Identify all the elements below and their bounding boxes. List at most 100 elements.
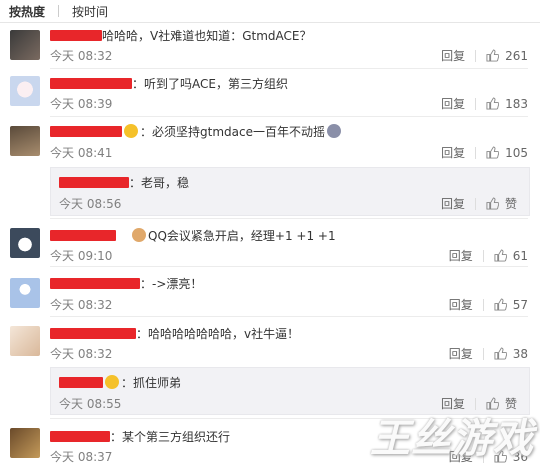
action-divider xyxy=(475,146,477,159)
comment-content: ：听到了吗ACE，第三方组织 xyxy=(50,75,288,91)
default-user-avatar[interactable] xyxy=(10,278,40,308)
action-divider xyxy=(482,298,484,311)
sub-reply-text: ：老哥，稳 xyxy=(129,175,190,190)
comment-time: 今天 09:10 xyxy=(50,249,113,263)
comment-actions: 回复 57 xyxy=(449,296,528,313)
like-button[interactable]: 261 xyxy=(486,49,528,63)
sub-reply: ：老哥，稳 今天 08:56 回复 赞 xyxy=(50,167,530,216)
husky-dog-avatar[interactable] xyxy=(10,228,40,258)
comment-text: ：哈哈哈哈哈哈哈，v社牛逼！ xyxy=(136,326,300,341)
vip-crown-icon xyxy=(105,375,119,389)
thumbs-up-icon xyxy=(486,97,500,110)
like-count: 61 xyxy=(512,248,528,263)
anime-girl-avatar[interactable] xyxy=(10,76,40,106)
comment-time: 今天 08:41 xyxy=(50,146,113,160)
comment-content: ：->漂亮！ xyxy=(50,275,202,291)
sort-tabs: 按热度 按时间 xyxy=(0,0,540,23)
sub-reply-text: ：抓住师弟 xyxy=(121,375,182,390)
like-count: 261 xyxy=(505,48,528,63)
redacted-username xyxy=(50,277,140,289)
reply-button[interactable]: 回复 xyxy=(449,247,473,264)
reply-button[interactable]: 回复 xyxy=(441,195,465,212)
vip-crown-icon xyxy=(124,124,138,138)
brown-avatar[interactable] xyxy=(10,428,40,458)
like-button[interactable]: 105 xyxy=(486,146,528,160)
redacted-username xyxy=(59,376,103,388)
like-count: 183 xyxy=(505,96,528,111)
dark-face-avatar[interactable] xyxy=(10,30,40,60)
comment-time: 今天 08:32 xyxy=(50,347,113,361)
thumbs-up-icon xyxy=(486,146,500,159)
comment-text: QQ会议紧急开启，经理+1 +1 +1 xyxy=(148,228,336,243)
action-divider xyxy=(475,49,477,62)
comment-divider xyxy=(50,116,528,117)
like-count: 38 xyxy=(512,346,528,361)
comment-item: ：->漂亮！ 今天 08:32 回复 57 xyxy=(0,268,540,316)
comment-item: ：哈哈哈哈哈哈哈，v社牛逼！ 今天 08:32 回复 38 xyxy=(0,318,540,364)
man-face-avatar[interactable] xyxy=(10,126,40,156)
action-divider xyxy=(482,347,484,360)
comment-time: 今天 08:32 xyxy=(50,49,113,63)
thumbs-up-icon xyxy=(494,298,507,311)
sub-reply-time: 今天 08:55 xyxy=(59,397,122,411)
sub-reply-content: ：抓住师弟 xyxy=(59,374,181,390)
cartoon-avatar[interactable] xyxy=(10,326,40,356)
redacted-username xyxy=(50,327,136,339)
comment-content: ：必须坚持gtmdace一百年不动摇 xyxy=(50,123,343,139)
comment-item: ：必须坚持gtmdace一百年不动摇 今天 08:41 回复 105 xyxy=(0,118,540,164)
like-count: 105 xyxy=(505,145,528,160)
reply-button[interactable]: 回复 xyxy=(441,47,465,64)
comment-text: ：->漂亮！ xyxy=(140,276,203,291)
sub-reply-time: 今天 08:56 xyxy=(59,197,122,211)
thumbs-up-icon xyxy=(486,197,499,210)
comment-divider xyxy=(50,316,528,317)
action-divider xyxy=(475,97,477,110)
comment-divider xyxy=(50,68,528,69)
reply-button[interactable]: 回复 xyxy=(441,144,465,161)
thumbs-up-icon xyxy=(494,347,507,360)
like-button[interactable]: 赞 xyxy=(486,195,517,212)
comment-content: ：某个第三方组织还行 xyxy=(50,428,230,444)
emoji-sticker-icon xyxy=(326,124,341,138)
redacted-username xyxy=(50,29,102,41)
comment-actions: 回复 183 xyxy=(441,95,528,112)
like-button[interactable]: 57 xyxy=(494,298,528,312)
like-label: 赞 xyxy=(504,197,517,211)
reply-button[interactable]: 回复 xyxy=(449,345,473,362)
redacted-username xyxy=(50,77,132,89)
comment-text: ：听到了吗ACE，第三方组织 xyxy=(132,76,288,91)
action-divider xyxy=(474,197,476,210)
tab-divider xyxy=(58,5,60,17)
like-count: 57 xyxy=(512,297,528,312)
comment-text: ：必须坚持gtmdace一百年不动摇 xyxy=(140,124,325,139)
comment-item: ：听到了吗ACE，第三方组织 今天 08:39 回复 183 xyxy=(0,70,540,116)
dog-emoji-icon xyxy=(132,228,146,242)
like-button[interactable]: 183 xyxy=(486,97,528,111)
comment-actions: 回复 105 xyxy=(441,144,528,161)
comment-actions: 回复 61 xyxy=(449,247,528,264)
reply-button[interactable]: 回复 xyxy=(441,95,465,112)
like-button[interactable]: 61 xyxy=(494,249,528,263)
comment-divider xyxy=(50,218,528,219)
site-watermark: 王丝游戏 xyxy=(370,416,534,462)
thumbs-up-icon xyxy=(494,249,507,262)
thumbs-up-icon xyxy=(486,49,500,62)
sub-reply-actions: 回复 赞 xyxy=(441,195,517,212)
tab-by-popularity[interactable]: 按热度 xyxy=(9,3,45,20)
comment-text: ：某个第三方组织还行 xyxy=(110,429,231,444)
comment-content: 哈哈哈，V社难道也知道：GtmdACE？ xyxy=(50,27,311,43)
comment-content: QQ会议紧急开启，经理+1 +1 +1 xyxy=(50,227,336,243)
redacted-username xyxy=(50,229,116,241)
reply-button[interactable]: 回复 xyxy=(449,296,473,313)
redacted-username xyxy=(50,430,110,442)
comment-item: QQ会议紧急开启，经理+1 +1 +1 今天 09:10 回复 61 xyxy=(0,220,540,266)
tab-by-time[interactable]: 按时间 xyxy=(72,3,108,20)
like-button[interactable]: 38 xyxy=(494,347,528,361)
comment-time: 今天 08:37 xyxy=(50,450,113,464)
comment-actions: 回复 38 xyxy=(449,345,528,362)
comment-actions: 回复 261 xyxy=(441,47,528,64)
comment-item: 哈哈哈，V社难道也知道：GtmdACE？ 今天 08:32 回复 261 xyxy=(0,24,540,68)
comment-time: 今天 08:39 xyxy=(50,97,113,111)
comment-time: 今天 08:32 xyxy=(50,298,113,312)
comment-divider xyxy=(50,266,528,267)
